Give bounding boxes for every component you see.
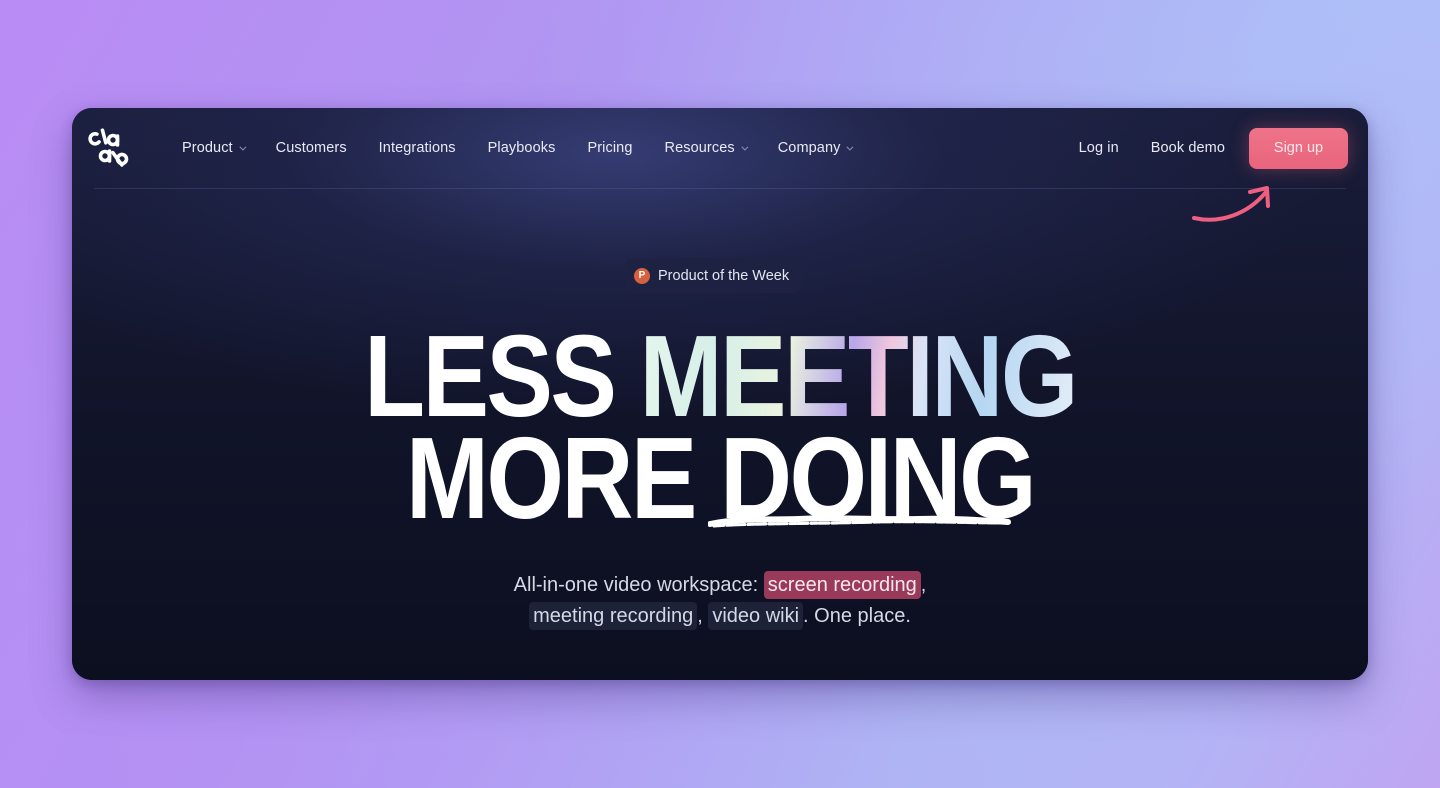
nav-integrations[interactable]: Integrations: [379, 140, 456, 156]
tag-meeting-recording[interactable]: meeting recording: [529, 602, 698, 630]
subtitle-prefix: All-in-one video workspace:: [513, 574, 764, 596]
nav-customers-label: Customers: [275, 140, 347, 156]
subtitle-line1: All-in-one video workspace: screen recor…: [72, 570, 1368, 601]
login-link[interactable]: Log in: [1079, 140, 1119, 156]
nav-integrations-label: Integrations: [378, 140, 456, 156]
nav-resources[interactable]: Resources: [664, 140, 749, 156]
curved-arrow-icon: [1192, 186, 1270, 222]
nav-customers[interactable]: Customers: [276, 140, 347, 156]
nav-resources-label: Resources: [664, 140, 735, 156]
subtitle-suffix: . One place.: [803, 605, 911, 627]
hero-headline-line1: LESS MEETING: [163, 318, 1278, 434]
nav-pricing[interactable]: Pricing: [587, 140, 632, 156]
tag-video-wiki[interactable]: video wiki: [708, 602, 804, 630]
subtitle-comma: ,: [920, 574, 927, 596]
tag-screen-recording[interactable]: screen recording: [763, 571, 921, 599]
nav-playbooks[interactable]: Playbooks: [488, 140, 556, 156]
claap-logo[interactable]: [88, 124, 136, 172]
nav-product-label: Product: [182, 140, 233, 156]
product-of-week-badge[interactable]: P Product of the Week: [626, 258, 802, 293]
nav-company-label: Company: [777, 140, 841, 156]
chevron-down-icon: [239, 143, 247, 151]
nav-links: Product Customers Integrations Playbooks…: [182, 140, 883, 156]
book-demo-link[interactable]: Book demo: [1151, 140, 1225, 156]
nav-company[interactable]: Company: [777, 140, 854, 156]
signup-button[interactable]: Sign up: [1249, 127, 1348, 169]
nav-actions: Log in Book demo Sign up: [1079, 127, 1348, 169]
nav-product[interactable]: Product: [182, 140, 247, 156]
badge-label: Product of the Week: [658, 267, 790, 284]
nav-pricing-label: Pricing: [587, 140, 633, 156]
claap-logo-icon: [88, 128, 129, 167]
top-nav: Product Customers Integrations Playbooks…: [72, 108, 1368, 188]
chevron-down-icon: [846, 143, 854, 151]
website-window: Product Customers Integrations Playbooks…: [72, 108, 1368, 680]
nav-playbooks-label: Playbooks: [487, 140, 556, 156]
subtitle-line2: meeting recording, video wiki. One place…: [72, 601, 1368, 632]
scribble-underline-icon: [708, 515, 1011, 528]
hero-subtitle: All-in-one video workspace: screen recor…: [72, 570, 1368, 632]
product-hunt-icon: P: [634, 267, 650, 284]
subtitle-comma: ,: [697, 605, 709, 627]
chevron-down-icon: [741, 143, 749, 151]
headline-more: MORE: [405, 413, 720, 543]
nav-divider: [94, 188, 1346, 189]
